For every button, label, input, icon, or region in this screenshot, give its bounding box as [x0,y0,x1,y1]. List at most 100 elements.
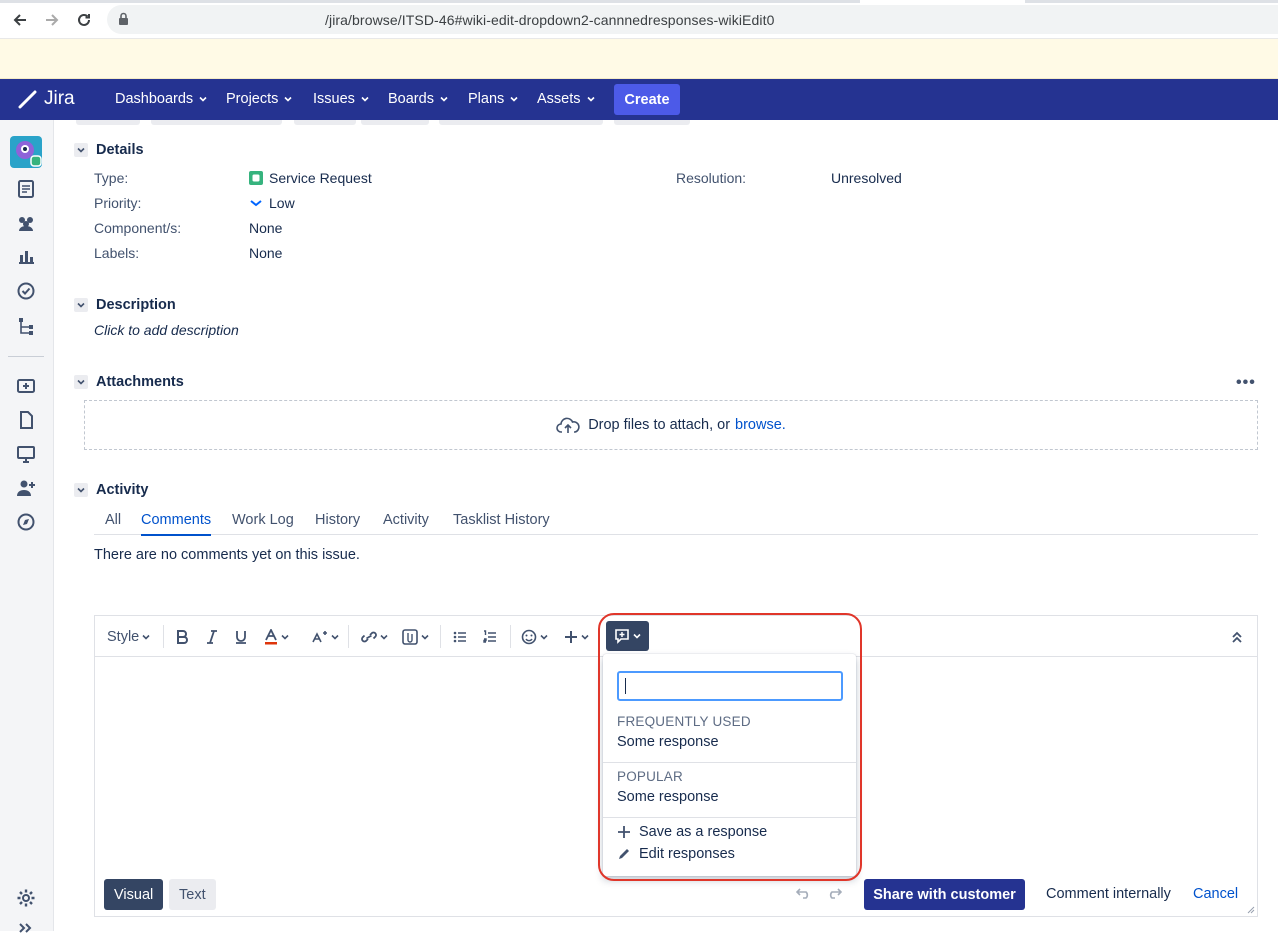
nav-plans[interactable]: Plans [468,91,518,107]
activity-heading: Activity [96,482,149,498]
details-section-header[interactable]: Details [74,142,144,158]
toolbar-button-partial [361,120,429,125]
nav-dashboards[interactable]: Dashboards [115,91,207,107]
nav-assets[interactable]: Assets [537,91,595,107]
comment-internally-button[interactable]: Comment internally [1046,886,1171,902]
style-dropdown[interactable]: Style [107,628,150,646]
canned-responses-button[interactable] [606,621,649,651]
redo-icon[interactable] [826,887,842,899]
chevron-down-icon [74,375,88,389]
attachment-dropzone[interactable]: Drop files to attach, or browse. [84,400,1258,450]
cancel-button[interactable]: Cancel [1193,886,1238,902]
toolbar-button-partial [151,120,282,125]
resolution-value: Unresolved [831,170,902,186]
lock-icon [118,12,129,26]
cloud-upload-icon [556,417,580,433]
text-color-icon[interactable] [264,628,289,646]
resolution-label: Resolution: [676,170,747,186]
edit-responses-button[interactable]: Edit responses [617,846,735,862]
browse-link[interactable]: browse. [735,417,786,433]
chevron-down-icon [74,483,88,497]
description-section-header[interactable]: Description [74,297,176,313]
visual-mode-button[interactable]: Visual [104,879,164,910]
chevron-down-icon [199,96,207,102]
back-icon[interactable] [10,10,30,30]
emoji-icon[interactable] [521,628,548,646]
check-circle-icon[interactable] [16,281,36,301]
popular-response-item[interactable]: Some response [617,789,719,805]
toolbar-divider [163,625,164,648]
insert-more-icon[interactable] [564,628,589,646]
forward-icon[interactable] [42,10,62,30]
monitor-icon[interactable] [16,444,36,464]
customers-icon[interactable] [16,213,36,233]
attachments-section-header[interactable]: Attachments [74,374,184,390]
queues-icon[interactable] [16,179,36,199]
text-mode-button[interactable]: Text [169,879,216,910]
chevron-down-icon [633,633,641,639]
tab-work-log[interactable]: Work Log [232,512,294,528]
save-as-response-button[interactable]: Save as a response [617,824,767,840]
text-format-icon[interactable] [312,628,339,646]
add-item-icon[interactable] [16,376,36,396]
undo-icon[interactable] [796,887,812,899]
nav-label: Boards [388,91,434,107]
nav-label: Plans [468,91,505,107]
expand-sidebar-icon[interactable] [16,923,36,943]
priority-low-icon [250,200,262,207]
nav-boards[interactable]: Boards [388,91,448,107]
toolbar-divider [348,625,349,648]
bold-icon[interactable] [175,628,189,646]
details-heading: Details [96,142,144,158]
underline-icon[interactable] [234,628,248,646]
numbered-list-icon[interactable] [483,628,497,646]
labels-value: None [249,245,283,261]
type-value-text: Service Request [269,170,372,186]
collapse-toolbar-icon[interactable] [1231,628,1243,646]
url-text[interactable]: /jira/browse/ITSD-46#wiki-edit-dropdown2… [325,12,774,28]
project-sidebar [0,120,54,933]
tab-history[interactable]: History [315,512,360,528]
priority-value: Low [249,195,295,211]
reports-icon[interactable] [16,246,36,266]
chevron-down-icon [281,634,289,640]
editor-toolbar: Style [95,616,1257,657]
compass-icon[interactable] [16,512,36,532]
share-with-customer-button[interactable]: Share with customer [864,879,1025,910]
activity-section-header[interactable]: Activity [74,482,148,498]
description-placeholder[interactable]: Click to add description [94,322,239,338]
dropdown-divider [603,817,856,818]
link-icon[interactable] [361,628,388,646]
jira-logo-icon [18,90,37,109]
settings-gear-icon[interactable] [16,888,36,908]
add-person-icon[interactable] [16,478,36,498]
jira-logo[interactable]: Jira [18,88,75,110]
chevron-down-icon [421,634,429,640]
attachment-icon[interactable] [402,628,429,646]
hierarchy-icon[interactable] [16,316,36,336]
frequently-used-response-item[interactable]: Some response [617,734,719,750]
project-avatar[interactable] [10,136,42,168]
tab-comments[interactable]: Comments [141,512,212,536]
canned-response-search-input[interactable] [617,671,843,701]
bullet-list-icon[interactable] [453,628,467,646]
activity-tabs: All Comments Work Log History Activity T… [94,510,1258,536]
tab-tasklist-history[interactable]: Tasklist History [453,512,550,528]
nav-issues[interactable]: Issues [313,91,369,107]
toolbar-button-partial [439,120,603,125]
tab-all[interactable]: All [105,512,121,528]
tab-activity[interactable]: Activity [383,512,429,528]
page-icon[interactable] [16,410,36,430]
create-button[interactable]: Create [614,84,680,115]
attachments-more-button[interactable]: ••• [1236,374,1256,392]
no-comments-message: There are no comments yet on this issue. [94,547,360,563]
type-value: Service Request [249,170,372,186]
reload-icon[interactable] [74,10,94,30]
chevron-down-icon [74,298,88,312]
frequently-used-heading: FREQUENTLY USED [617,714,751,729]
chevron-down-icon [581,634,589,640]
project-avatar-icon [16,141,42,167]
editor-footer: Visual Text Share with customer Comment … [94,878,1258,916]
italic-icon[interactable] [205,628,219,646]
nav-projects[interactable]: Projects [226,91,292,107]
